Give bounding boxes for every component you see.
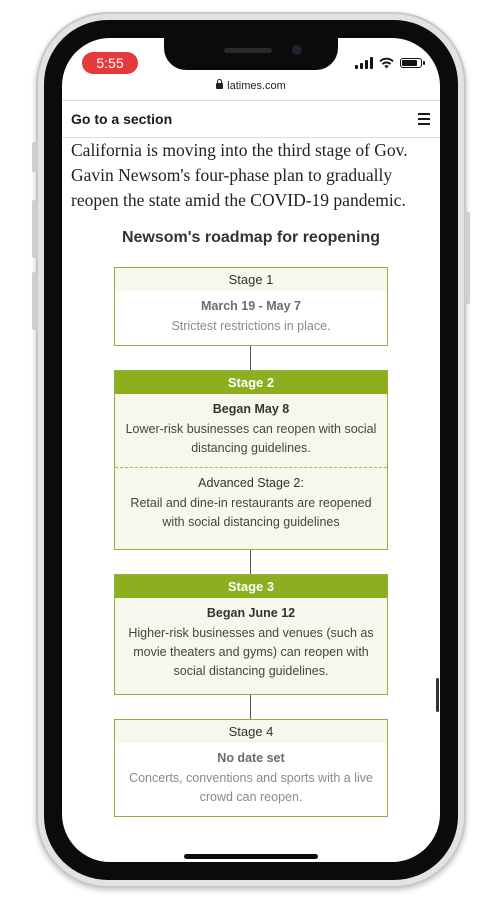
stage-2-label: Stage 2 (115, 371, 387, 394)
volume-down-button (32, 272, 37, 330)
connector-line (250, 346, 252, 370)
stage-4-label: Stage 4 (115, 720, 387, 743)
status-icons (355, 55, 425, 71)
speaker-grille (224, 48, 272, 53)
url-text: latimes.com (227, 80, 286, 92)
stage-3-card: Stage 3 Began June 12 Higher-risk busine… (114, 574, 388, 695)
stage-3-label: Stage 3 (115, 575, 387, 598)
advanced-stage-2-label: Advanced Stage 2: (198, 476, 304, 490)
address-bar[interactable]: latimes.com (62, 79, 440, 92)
advanced-stage-2-description: Retail and dine-in restaurants are reope… (130, 496, 372, 529)
article-intro: California is moving into the third stag… (71, 140, 408, 210)
cellular-signal-icon (355, 57, 373, 69)
power-button (465, 212, 470, 304)
stage-4-card: Stage 4 No date set Concerts, convention… (114, 719, 388, 817)
stage-2-date: Began May 8 (212, 402, 290, 416)
screen: 5:55 latimes.com Go to a section Califor… (62, 38, 440, 862)
connector-line (250, 695, 252, 719)
section-nav[interactable]: Go to a section (62, 100, 440, 138)
scrollbar[interactable] (436, 678, 439, 712)
stage-2-description: Lower-risk businesses can reopen with so… (125, 422, 377, 455)
stage-4-description: Concerts, conventions and sports with a … (129, 771, 373, 804)
status-time[interactable]: 5:55 (82, 52, 138, 74)
stage-1-description: Strictest restrictions in place. (171, 319, 331, 333)
stage-3-description: Higher-risk businesses and venues (such … (128, 626, 374, 678)
notch (164, 38, 338, 70)
stage-1-date: March 19 - May 7 (200, 299, 302, 313)
mute-switch (32, 142, 37, 172)
section-nav-label[interactable]: Go to a section (71, 111, 172, 127)
stage-4-date: No date set (217, 751, 285, 765)
hamburger-menu-icon[interactable] (418, 113, 430, 125)
volume-up-button (32, 200, 37, 258)
roadmap-title: Newsom's roadmap for reopening (121, 229, 381, 246)
connector-line (250, 550, 252, 574)
stage-2-card: Stage 2 Began May 8 Lower-risk businesse… (114, 370, 388, 550)
stage-1-card: Stage 1 March 19 - May 7 Strictest restr… (114, 267, 388, 346)
wifi-icon (379, 57, 394, 69)
home-indicator[interactable] (184, 854, 318, 859)
stage-3-date: Began June 12 (206, 606, 296, 620)
battery-icon (400, 58, 425, 68)
stage-1-label: Stage 1 (115, 268, 387, 291)
front-camera-icon (292, 45, 302, 55)
lock-icon (216, 79, 224, 89)
